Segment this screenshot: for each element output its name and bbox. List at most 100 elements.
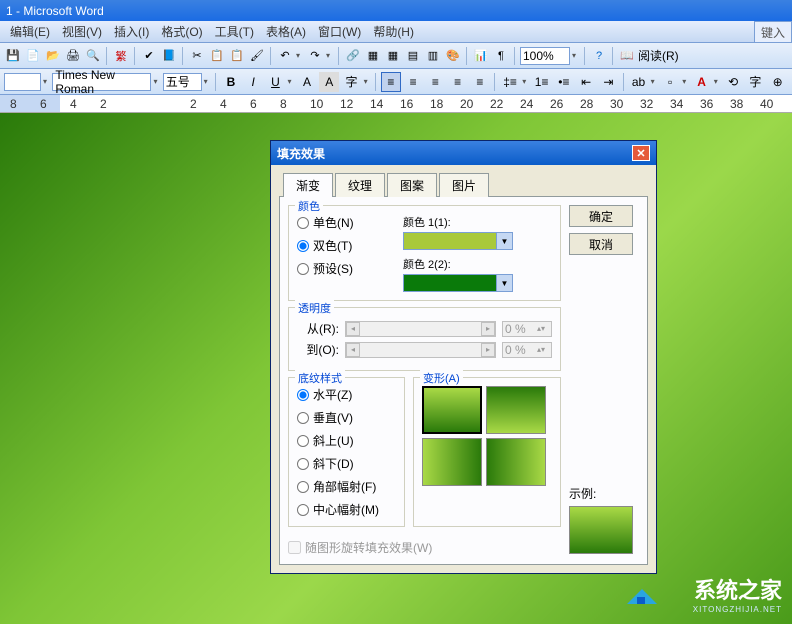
table-icon[interactable]: ▦	[364, 47, 382, 65]
preview-icon[interactable]: 🔍	[84, 47, 102, 65]
close-button[interactable]: ✕	[632, 145, 650, 161]
paste-icon[interactable]: 📋	[228, 47, 246, 65]
highlight-button[interactable]: ab	[628, 72, 648, 92]
decrease-indent-button[interactable]: ⇤	[576, 72, 596, 92]
zoom-combo[interactable]: 100%	[520, 47, 570, 65]
tab-gradient[interactable]: 渐变	[283, 173, 333, 197]
menu-view[interactable]: 视图(V)	[56, 21, 108, 42]
save-icon[interactable]: 💾	[4, 47, 22, 65]
tool-icon[interactable]: 繁	[112, 47, 130, 65]
tab-texture[interactable]: 纹理	[335, 173, 385, 197]
rotate-checkbox[interactable]: 随图形旋转填充效果(W)	[288, 539, 561, 556]
radio-from-center[interactable]: 中心幅射(M)	[297, 501, 396, 518]
separator	[270, 47, 272, 65]
align-center-button[interactable]: ≡	[403, 72, 423, 92]
map-icon[interactable]: 📊	[472, 47, 490, 65]
menu-insert[interactable]: 插入(I)	[108, 21, 155, 42]
from-spinner[interactable]: 0 %▴▾	[502, 321, 552, 337]
tab-picture[interactable]: 图片	[439, 173, 489, 197]
excel-icon[interactable]: ▤	[404, 47, 422, 65]
copy-icon[interactable]: 📋	[208, 47, 226, 65]
style-combo[interactable]	[4, 73, 41, 91]
menu-help[interactable]: 帮助(H)	[367, 21, 420, 42]
radio-preset[interactable]: 预设(S)	[297, 260, 387, 277]
underline-button[interactable]: U	[265, 72, 285, 92]
spellcheck-icon[interactable]: ✔	[140, 47, 158, 65]
font-size-combo[interactable]: 五号	[163, 73, 202, 91]
variant-1[interactable]	[422, 386, 482, 434]
show-marks-icon[interactable]: ¶	[492, 47, 510, 65]
insert-table-icon[interactable]: ▦	[384, 47, 402, 65]
line-spacing-button[interactable]: ‡≡	[500, 72, 520, 92]
watermark-icon	[622, 579, 662, 609]
open-icon[interactable]: 📂	[44, 47, 62, 65]
char-shading-button[interactable]: A	[319, 72, 339, 92]
dialog-tabs: 渐变 纹理 图案 图片	[279, 173, 648, 197]
italic-button[interactable]: I	[243, 72, 263, 92]
new-icon[interactable]: 📄	[24, 47, 42, 65]
radio-diagonal-up[interactable]: 斜上(U)	[297, 432, 396, 449]
radio-from-corner[interactable]: 角部幅射(F)	[297, 478, 396, 495]
to-slider[interactable]: ◂▸	[345, 342, 496, 358]
menu-edit[interactable]: 编辑(E)	[4, 21, 56, 42]
align-justify-button[interactable]: ≡	[448, 72, 468, 92]
distribute-button[interactable]: ≡	[470, 72, 490, 92]
menu-table[interactable]: 表格(A)	[260, 21, 312, 42]
variant-2[interactable]	[486, 386, 546, 434]
formatting-toolbar: ▾ Times New Roman▾ 五号▾ B I U ▾ A A 字 ▾ ≡…	[0, 69, 792, 95]
link-icon[interactable]: 🔗	[344, 47, 362, 65]
ok-button[interactable]: 确定	[569, 205, 633, 227]
menubar: 编辑(E) 视图(V) 插入(I) 格式(O) 工具(T) 表格(A) 窗口(W…	[0, 21, 792, 43]
radio-horizontal[interactable]: 水平(Z)	[297, 386, 396, 403]
border-button[interactable]: ▫	[660, 72, 680, 92]
radio-vertical[interactable]: 垂直(V)	[297, 409, 396, 426]
drawing-icon[interactable]: 🎨	[444, 47, 462, 65]
color1-swatch	[404, 233, 496, 249]
bold-button[interactable]: B	[221, 72, 241, 92]
redo-dropdown[interactable]: ▾	[326, 47, 334, 65]
align-left-button[interactable]: ≡	[381, 72, 401, 92]
variant-3[interactable]	[422, 438, 482, 486]
tab-pattern[interactable]: 图案	[387, 173, 437, 197]
read-icon[interactable]: 📖	[618, 47, 636, 65]
format-painter-icon[interactable]: 🖌	[248, 47, 266, 65]
redo-icon[interactable]: ↷	[306, 47, 324, 65]
bullets-button[interactable]: •≡	[554, 72, 574, 92]
color2-dropdown[interactable]: ▼	[403, 274, 513, 292]
help-icon[interactable]: ?	[590, 47, 608, 65]
undo-icon[interactable]: ↶	[276, 47, 294, 65]
color1-dropdown[interactable]: ▼	[403, 232, 513, 250]
read-label[interactable]: 阅读(R)	[638, 47, 679, 64]
type-question-box[interactable]: 键入	[754, 21, 792, 43]
menu-tools[interactable]: 工具(T)	[209, 21, 260, 42]
asian-layout-button[interactable]: ⟲	[723, 72, 743, 92]
print-icon[interactable]: 🖨	[64, 47, 82, 65]
research-icon[interactable]: 📘	[160, 47, 178, 65]
horizontal-ruler[interactable]: 8 6 4 2 2 4 6 8 10 12 14 16 18 20 22 24 …	[0, 95, 792, 113]
columns-icon[interactable]: ▥	[424, 47, 442, 65]
font-name-combo[interactable]: Times New Roman	[52, 73, 151, 91]
char-border-button[interactable]: A	[297, 72, 317, 92]
cut-icon[interactable]: ✂	[188, 47, 206, 65]
increase-indent-button[interactable]: ⇥	[598, 72, 618, 92]
undo-dropdown[interactable]: ▾	[296, 47, 304, 65]
from-slider[interactable]: ◂▸	[345, 321, 496, 337]
numbering-button[interactable]: 1≡	[532, 72, 552, 92]
radio-diagonal-down[interactable]: 斜下(D)	[297, 455, 396, 472]
to-spinner[interactable]: 0 %▴▾	[502, 342, 552, 358]
dialog-titlebar[interactable]: 填充效果 ✕	[271, 141, 656, 165]
radio-one-color[interactable]: 单色(N)	[297, 214, 387, 231]
font-color-button[interactable]: A	[692, 72, 712, 92]
radio-two-colors[interactable]: 双色(T)	[297, 237, 387, 254]
cancel-button[interactable]: 取消	[569, 233, 633, 255]
fill-effects-dialog: 填充效果 ✕ 渐变 纹理 图案 图片 颜色 单色(N) 双色(T) 预设(S)	[270, 140, 657, 574]
sample-preview	[569, 506, 633, 554]
align-right-button[interactable]: ≡	[425, 72, 445, 92]
menu-format[interactable]: 格式(O)	[155, 21, 208, 42]
zoom-dropdown[interactable]: ▾	[572, 47, 580, 65]
enclosed-button[interactable]: ⊕	[768, 72, 788, 92]
menu-window[interactable]: 窗口(W)	[312, 21, 367, 42]
variant-4[interactable]	[486, 438, 546, 486]
phonetic-button[interactable]: 字	[745, 72, 765, 92]
char-scale-button[interactable]: 字	[341, 72, 361, 92]
